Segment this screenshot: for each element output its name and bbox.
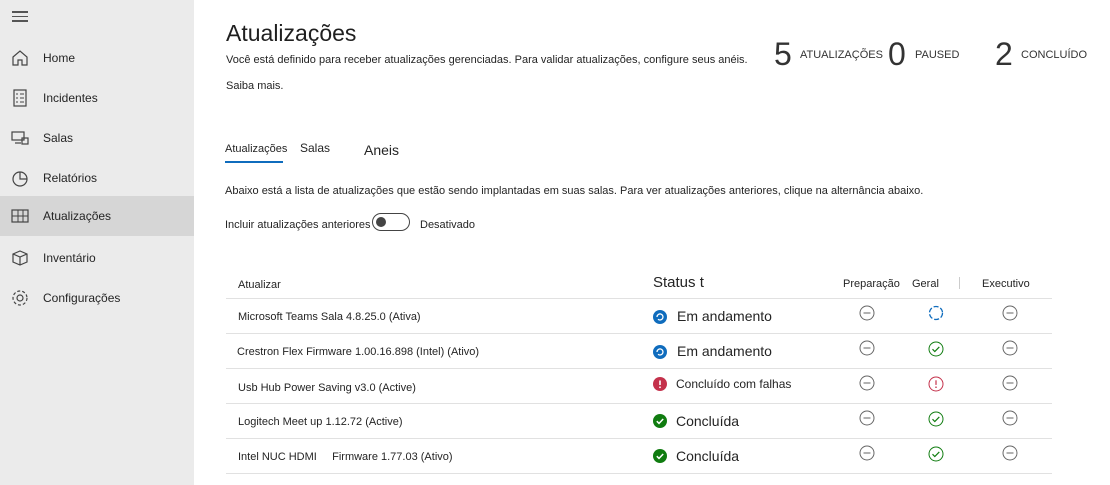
sidebar-item-reports[interactable]: Relatórios [0,158,194,198]
row-divider [226,333,1052,334]
sidebar-item-label: Home [43,51,76,65]
reports-icon [12,171,28,187]
row-divider [226,438,1052,439]
sidebar-item-updates[interactable]: Atualizações [0,196,194,236]
column-divider [959,277,960,289]
not-started-icon [1002,305,1018,321]
page-title: Atualizações [226,20,357,46]
not-started-icon [859,375,875,391]
gear-icon [12,290,28,306]
stat-completed-value: 2 [995,36,1013,72]
in-progress-ring-icon [928,305,944,321]
row-divider [226,368,1052,369]
stat-paused-label: PAUSED [915,49,960,61]
success-icon [653,449,667,463]
tab-rings[interactable]: Aneis [364,142,399,158]
row-divider [226,403,1052,404]
not-started-icon [1002,340,1018,356]
column-header-exec[interactable]: Executivo [982,278,1030,290]
not-started-icon [859,445,875,461]
toggle-knob [376,217,386,227]
rooms-icon [11,131,29,145]
toggle-state-label: Desativado [420,219,476,231]
stat-updates-value: 5 [774,36,792,72]
tab-updates[interactable]: Atualizações [225,143,287,155]
column-header-status[interactable]: Status t [653,274,704,291]
updates-icon [11,209,29,223]
update-name: Usb Hub Power Saving v3.0 (Active) [238,382,416,394]
learn-more-link[interactable]: Saiba mais. [226,80,283,92]
update-name: Crestron Flex Firmware 1.00.16.898 (Inte… [237,346,480,358]
sidebar-item-settings[interactable]: Configurações [0,278,194,318]
column-header-update[interactable]: Atualizar [238,279,281,291]
sidebar-item-rooms[interactable]: Salas [0,118,194,158]
tab-selected-indicator [225,161,283,163]
stat-paused-value: 0 [888,36,906,72]
column-header-prep[interactable]: Preparação [843,278,900,290]
main-content: Atualizações Você está definido para rec… [194,0,1110,485]
sidebar-item-label: Incidentes [43,91,98,105]
sidebar-item-incidents[interactable]: Incidentes [0,78,194,118]
status-text: Concluído com falhas [676,377,792,391]
include-previous-toggle[interactable] [372,213,410,231]
not-started-icon [1002,410,1018,426]
home-icon [12,50,28,66]
sidebar-item-label: Configurações [43,291,121,305]
success-check-icon [928,411,944,427]
in-progress-icon [653,345,667,359]
sidebar-item-label: Salas [43,131,74,145]
error-outline-icon [928,376,944,392]
not-started-icon [859,410,875,426]
incidents-icon [13,89,27,107]
sidebar-item-home[interactable]: Home [0,38,194,78]
status-text: Em andamento [677,308,772,324]
sidebar-item-label: Atualizações [43,209,112,223]
not-started-icon [1002,375,1018,391]
update-name: Logitech Meet up 1.12.72 (Active) [238,416,403,428]
sidebar: Home Incidentes Salas Relatórios Atualiz… [0,0,194,485]
list-description: Abaixo está a lista de atualizações que … [225,185,924,197]
page-subtitle: Você está definido para receber atualiza… [226,54,748,66]
stat-updates-label: ATUALIZAÇÕES [800,49,883,61]
not-started-icon [859,305,875,321]
sidebar-item-label: Relatórios [43,171,98,185]
sidebar-item-label: Inventário [43,251,96,265]
in-progress-icon [653,310,667,324]
header-divider [226,298,1052,299]
update-name: Microsoft Teams Sala 4.8.25.0 (Ativa) [238,311,421,323]
toggle-label: Incluir atualizações anteriores [225,219,371,231]
error-icon [653,377,667,391]
update-name: Intel NUC HDMI Firmware 1.77.03 (Ativo) [238,451,453,463]
inventory-icon [12,250,28,266]
status-text: Concluída [676,448,740,464]
tab-rooms[interactable]: Salas [300,141,330,155]
sidebar-item-inventory[interactable]: Inventário [0,238,194,278]
not-started-icon [859,340,875,356]
success-check-icon [928,341,944,357]
stat-completed-label: CONCLUÍDO [1021,49,1088,61]
success-check-icon [928,446,944,462]
status-text: Concluída [676,413,740,429]
success-icon [653,414,667,428]
column-header-general[interactable]: Geral [912,278,939,290]
not-started-icon [1002,445,1018,461]
status-text: Em andamento [677,343,772,359]
hamburger-menu-icon[interactable] [12,11,28,25]
row-divider [226,473,1052,474]
